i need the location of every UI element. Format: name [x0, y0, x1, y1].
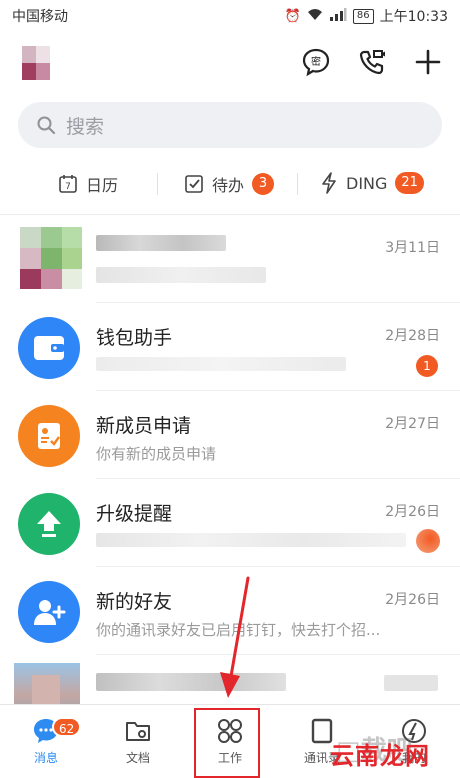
add-friend-icon [18, 581, 80, 643]
watermark-logo: □载吧 云南龙网 [330, 736, 430, 770]
chat-title: 新成员申请 [96, 415, 192, 437]
todo-badge: 3 [252, 173, 275, 195]
unread-badge: 62 [52, 717, 82, 737]
divider [157, 173, 158, 195]
wifi-icon [307, 8, 323, 25]
clipboard-check-icon [18, 405, 80, 467]
signal-icon [329, 7, 347, 25]
list-item[interactable]: 3月11日 [0, 215, 460, 303]
calendar-icon: 7 [59, 175, 77, 193]
phone-icon [359, 50, 385, 75]
wallet-icon [18, 317, 80, 379]
chat-title: 钱包助手 [96, 327, 173, 349]
top-header: 密 [0, 38, 460, 86]
work-tab-highlight [194, 708, 260, 778]
user-avatar[interactable] [22, 46, 50, 80]
tab-messages[interactable]: 消息 62 [0, 705, 92, 778]
search-bar[interactable]: 搜索 [18, 102, 442, 148]
chat-time: 2月28日 [385, 328, 440, 344]
lightning-icon [322, 172, 336, 194]
plus-icon [415, 49, 441, 75]
dingtalk-messages-screen: 中国移动 ⏰ 86 上午10:33 密 搜索 7 日历 待办 3 DING 21… [0, 0, 460, 778]
checkbox-icon [185, 175, 203, 193]
chat-time: 3月11日 [385, 240, 440, 256]
chat-title: 新的好友 [96, 591, 173, 613]
list-item[interactable]: 升级提醒 2月26日 [0, 479, 460, 567]
battery-icon: 86 [352, 8, 374, 24]
watermark-text: 云南龙网 [330, 742, 430, 770]
upgrade-arrow-icon [18, 493, 80, 555]
tab-label: 消息 [33, 751, 58, 765]
todo-shortcut[interactable]: 待办 3 [184, 172, 275, 196]
status-icons: ⏰ 86 上午10:33 [285, 6, 448, 26]
chat-time: 2月27日 [385, 416, 440, 432]
todo-label: 待办 [212, 176, 245, 195]
chat-time: 2月26日 [385, 504, 440, 520]
add-button[interactable] [410, 44, 446, 80]
folder-icon [126, 722, 150, 741]
divider [297, 173, 298, 195]
svg-text:7: 7 [65, 182, 71, 192]
list-item[interactable]: 钱包助手 2月28日 1 [0, 303, 460, 391]
tab-docs[interactable]: 文档 [92, 705, 184, 778]
chat-preview: 你有新的成员申请 [96, 445, 217, 463]
alarm-icon: ⏰ [284, 8, 301, 24]
search-placeholder: 搜索 [66, 115, 105, 138]
blurred-group-avatar [20, 227, 82, 289]
svg-text:密: 密 [311, 55, 321, 68]
ding-badge: 21 [395, 172, 424, 194]
chat-time: 2月26日 [385, 592, 440, 608]
quick-actions-row: 7 日历 待办 3 DING 21 [0, 164, 460, 204]
secret-chat-button[interactable]: 密 [298, 44, 334, 80]
calendar-shortcut[interactable]: 7 日历 [58, 172, 118, 196]
list-item[interactable]: 新的好友 你的通讯录好友已启用钉钉，快去打个招... 2月26日 [0, 567, 460, 655]
clock-label: 上午10:33 [379, 9, 448, 25]
unread-badge: 1 [416, 355, 438, 377]
search-icon [37, 116, 56, 135]
chat-preview: 你的通讯录好友已启用钉钉，快去打个招... [96, 621, 381, 639]
carrier-label: 中国移动 [12, 9, 68, 25]
secret-chat-icon: 密 [302, 48, 330, 77]
chat-title: 升级提醒 [96, 503, 173, 525]
calendar-label: 日历 [86, 176, 119, 195]
ding-shortcut[interactable]: DING 21 [320, 172, 424, 194]
blurred-badge [416, 529, 440, 553]
phone-call-button[interactable] [354, 44, 390, 80]
status-bar: 中国移动 ⏰ 86 上午10:33 [0, 0, 460, 32]
ding-label: DING [346, 173, 388, 193]
list-item[interactable]: 新成员申请 你有新的成员申请 2月27日 [0, 391, 460, 479]
tab-label: 文档 [125, 751, 150, 765]
